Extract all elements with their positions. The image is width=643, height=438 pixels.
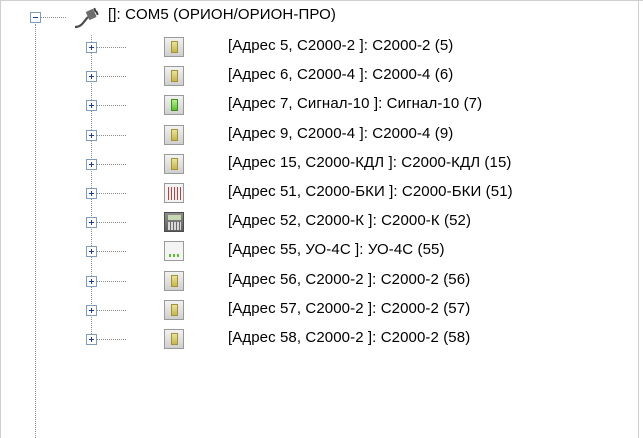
device-c2000-2-icon (164, 300, 184, 320)
tree-node-label[interactable]: [Адрес 7, Сигнал-10 ]: Сигнал-10 (7) (228, 95, 482, 112)
tree-line (96, 193, 126, 194)
tree-node-label[interactable]: [Адрес 15, С2000-КДЛ ]: С2000-КДЛ (15) (228, 154, 511, 171)
tree-node[interactable]: [Адрес 9, С2000-4 ]: С2000-4 (9) (0, 121, 643, 150)
expand-toggle[interactable] (86, 71, 97, 82)
tree-line (96, 251, 126, 252)
tree-line (96, 164, 126, 165)
device-c2000-4-icon (164, 125, 184, 145)
tree-node[interactable]: [Адрес 7, Сигнал-10 ]: Сигнал-10 (7) (0, 91, 643, 120)
tree-root-label[interactable]: []: COM5 (ОРИОН/ОРИОН-ПРО) (108, 6, 336, 23)
expand-toggle[interactable] (86, 305, 97, 316)
expand-toggle[interactable] (86, 159, 97, 170)
tree-node[interactable]: [Адрес 58, С2000-2 ]: С2000-2 (58) (0, 325, 643, 354)
device-c2000-bki-icon (164, 183, 184, 203)
panel-top-border (0, 0, 643, 1)
device-c2000-2-icon (164, 329, 184, 349)
device-c2000-2-icon (164, 271, 184, 291)
device-c2000-2-icon (164, 37, 184, 57)
expand-toggle[interactable] (86, 130, 97, 141)
tree-line (96, 339, 126, 340)
tree-node-label[interactable]: [Адрес 56, С2000-2 ]: С2000-2 (56) (228, 271, 470, 288)
expand-toggle[interactable] (86, 334, 97, 345)
device-c2000-k-icon (164, 212, 184, 232)
tree-node-label[interactable]: [Адрес 52, С2000-К ]: С2000-К (52) (228, 212, 471, 229)
expand-toggle[interactable] (86, 42, 97, 53)
tree-node[interactable]: [Адрес 55, УО-4С ]: УО-4С (55) (0, 237, 643, 266)
tree-node[interactable]: [Адрес 15, С2000-КДЛ ]: С2000-КДЛ (15) (0, 150, 643, 179)
tree-line (96, 281, 126, 282)
device-uo-4c-icon (164, 241, 184, 261)
expand-toggle[interactable] (86, 246, 97, 257)
tree-node-label[interactable]: [Адрес 55, УО-4С ]: УО-4С (55) (228, 241, 445, 258)
tree-node[interactable]: [Адрес 5, С2000-2 ]: С2000-2 (5) (0, 33, 643, 62)
tree-node-label[interactable]: [Адрес 6, С2000-4 ]: С2000-4 (6) (228, 66, 453, 83)
tree-node-label[interactable]: [Адрес 57, С2000-2 ]: С2000-2 (57) (228, 300, 470, 317)
tree-node[interactable]: [Адрес 56, С2000-2 ]: С2000-2 (56) (0, 267, 643, 296)
tree-node-label[interactable]: [Адрес 5, С2000-2 ]: С2000-2 (5) (228, 37, 453, 54)
tree-line (96, 135, 126, 136)
tree-line (96, 310, 126, 311)
tree-node[interactable]: [Адрес 57, С2000-2 ]: С2000-2 (57) (0, 296, 643, 325)
cable-plug-icon (74, 7, 99, 29)
tree-node-label[interactable]: [Адрес 9, С2000-4 ]: С2000-4 (9) (228, 125, 453, 142)
expand-toggle[interactable] (86, 100, 97, 111)
tree-node[interactable]: [Адрес 6, С2000-4 ]: С2000-4 (6) (0, 62, 643, 91)
collapse-toggle-root[interactable] (30, 12, 41, 23)
tree-line (96, 47, 126, 48)
tree-line (96, 76, 126, 77)
tree-line (96, 222, 126, 223)
device-c2000-kdl-icon (164, 154, 184, 174)
tree-node-label[interactable]: [Адрес 58, С2000-2 ]: С2000-2 (58) (228, 329, 470, 346)
tree-node[interactable]: [Адрес 51, С2000-БКИ ]: С2000-БКИ (51) (0, 179, 643, 208)
expand-toggle[interactable] (86, 188, 97, 199)
device-c2000-4-icon (164, 66, 184, 86)
tree-node[interactable]: [Адрес 52, С2000-К ]: С2000-К (52) (0, 208, 643, 237)
expand-toggle[interactable] (86, 217, 97, 228)
tree-line (40, 17, 66, 18)
tree-line (96, 105, 126, 106)
expand-toggle[interactable] (86, 276, 97, 287)
device-signal-10-icon (164, 95, 184, 115)
tree-node-label[interactable]: [Адрес 51, С2000-БКИ ]: С2000-БКИ (51) (228, 183, 513, 200)
